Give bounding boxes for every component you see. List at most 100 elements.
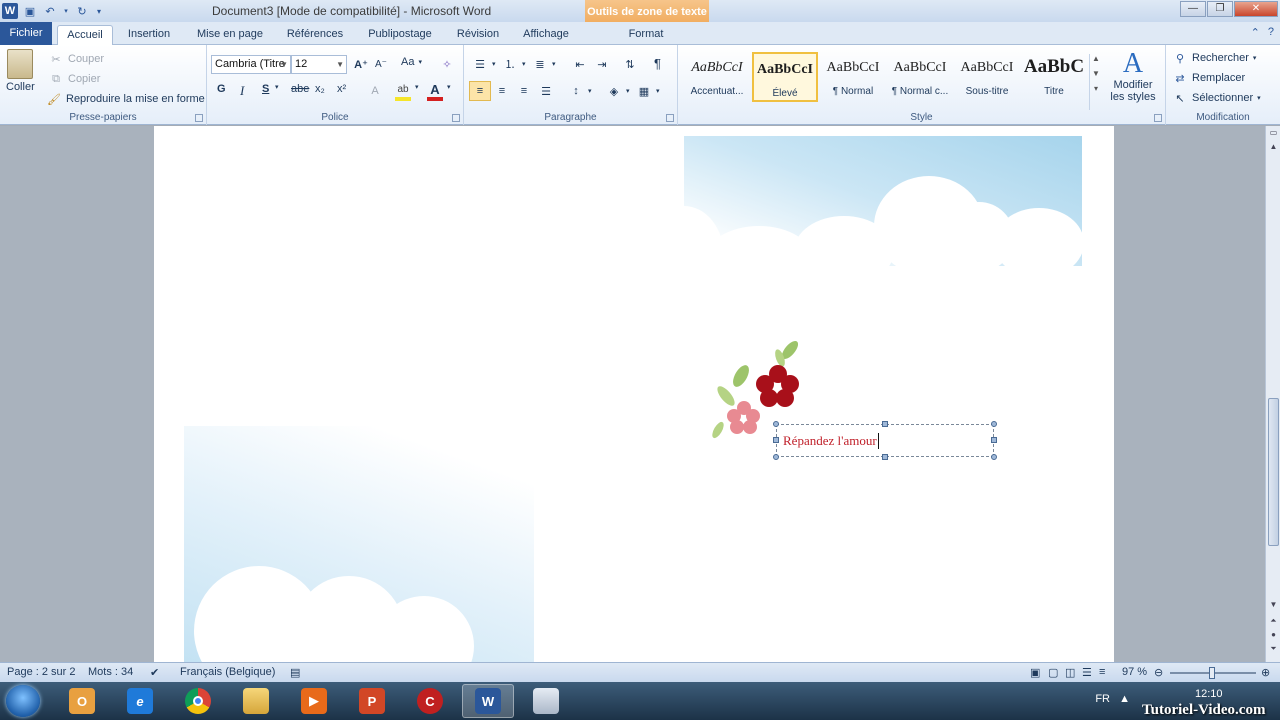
increase-indent-button[interactable]: ⇥ [594, 56, 610, 72]
select-button[interactable]: ↖ Sélectionner ▾ [1172, 90, 1260, 106]
resize-handle[interactable] [882, 454, 888, 460]
resize-handle[interactable] [882, 421, 888, 427]
justify-button[interactable]: ☰ [538, 83, 554, 99]
bullets-button[interactable]: ☰ ▾ [472, 56, 495, 72]
paste-button[interactable]: Coller [6, 49, 35, 93]
maximize-button[interactable]: ❐ [1207, 1, 1233, 17]
highlight-dropdown-icon[interactable]: ▾ [415, 83, 419, 91]
minimize-ribbon-icon[interactable]: ⌃ [1251, 26, 1260, 39]
tab-affichage[interactable]: Affichage [516, 25, 576, 45]
taskbar-outlook[interactable]: O [56, 684, 108, 718]
style-item-accentuation[interactable]: AaBbCcI Accentuat... [684, 52, 750, 102]
tab-references[interactable]: Références [280, 25, 350, 45]
style-item-normal-c[interactable]: AaBbCcI ¶ Normal c... [887, 52, 953, 102]
paragraph-launcher-icon[interactable] [666, 114, 674, 122]
browse-object-icon[interactable]: ● [1268, 630, 1279, 641]
save-icon[interactable]: ▣ [22, 3, 38, 19]
clipboard-launcher-icon[interactable] [195, 114, 203, 122]
zoom-slider-thumb[interactable] [1209, 667, 1215, 679]
more-icon[interactable]: ▾ [1090, 84, 1102, 93]
redo-icon[interactable]: ↻ [74, 3, 90, 19]
grow-font-button[interactable]: A⁺ [353, 56, 369, 72]
show-formatting-button[interactable]: ¶ [654, 56, 661, 71]
cut-button[interactable]: ✂ Couper [48, 51, 104, 67]
taskbar-ie[interactable]: e [114, 684, 166, 718]
undo-dropdown-icon[interactable]: ▾ [62, 3, 70, 19]
strikethrough-button[interactable]: abe [291, 83, 309, 95]
ruler-toggle-icon[interactable]: ▭ [1268, 128, 1279, 139]
language[interactable]: Français (Belgique) [180, 666, 275, 678]
multilevel-list-button[interactable]: ≣ ▾ [532, 56, 555, 72]
italic-button[interactable]: I [240, 83, 244, 99]
next-page-icon[interactable]: ⏷ [1268, 644, 1279, 655]
find-button[interactable]: ⚲ Rechercher ▾ [1172, 50, 1256, 66]
minimize-button[interactable]: — [1180, 1, 1206, 17]
text-box[interactable]: Répandez l'amour [773, 421, 997, 460]
taskbar-window[interactable] [520, 684, 572, 718]
font-launcher-icon[interactable] [452, 114, 460, 122]
font-color-button[interactable]: A [427, 81, 443, 101]
underline-dropdown-icon[interactable]: ▾ [275, 83, 279, 91]
replace-button[interactable]: ⇄ Remplacer [1172, 70, 1245, 86]
tab-revision[interactable]: Révision [450, 25, 506, 45]
view-draft-icon[interactable]: ≡ [1099, 666, 1105, 678]
line-spacing-button[interactable]: ↕ ▾ [568, 83, 591, 99]
taskbar-recorder[interactable]: C [404, 684, 456, 718]
taskbar-explorer[interactable] [230, 684, 282, 718]
subscript-button[interactable]: x₂ [315, 83, 325, 95]
zoom-out-icon[interactable]: ⊖ [1154, 666, 1163, 679]
customize-qat-icon[interactable]: ▾ [94, 3, 104, 19]
copy-button[interactable]: ⧉ Copier [48, 71, 100, 87]
decrease-indent-button[interactable]: ⇤ [572, 56, 588, 72]
resize-handle[interactable] [991, 437, 997, 443]
text-effects-button[interactable]: A [367, 83, 383, 99]
shrink-font-button[interactable]: A⁻ [373, 56, 389, 72]
shading-button[interactable]: ◈ ▾ [606, 83, 630, 99]
vertical-scrollbar[interactable]: ▭ ▲ ▼ ⏶ ● ⏷ [1265, 126, 1280, 662]
resize-handle[interactable] [991, 421, 997, 427]
numbering-button[interactable]: ⒈ ▾ [502, 56, 526, 72]
chevron-up-icon[interactable]: ▲ [1090, 54, 1102, 63]
font-name-combo[interactable]: Cambria (Titre ▼ [211, 55, 291, 74]
resize-handle[interactable] [773, 437, 779, 443]
tab-mise-en-page[interactable]: Mise en page [190, 25, 270, 45]
style-item-eleve[interactable]: AaBbCcI Élevé [752, 52, 818, 102]
style-item-sous-titre[interactable]: AaBbCcI Sous-titre [954, 52, 1020, 102]
scroll-up-icon[interactable]: ▲ [1268, 142, 1279, 153]
tab-fichier[interactable]: Fichier [0, 22, 52, 45]
text-box-content[interactable]: Répandez l'amour [783, 433, 879, 449]
page-count[interactable]: Page : 2 sur 2 [7, 666, 76, 678]
bold-button[interactable]: G [217, 83, 226, 95]
tab-accueil[interactable]: Accueil [57, 25, 113, 46]
style-item-normal[interactable]: AaBbCcI ¶ Normal [820, 52, 886, 102]
scroll-down-icon[interactable]: ▼ [1268, 600, 1279, 611]
scrollbar-thumb[interactable] [1268, 398, 1279, 546]
view-print-layout-icon[interactable]: ▣ [1030, 666, 1040, 679]
proofing-icon[interactable]: ✔ [150, 666, 159, 679]
change-case-button[interactable]: Aa ▾ [401, 56, 422, 68]
show-hidden-icons-icon[interactable]: ▲ [1119, 693, 1130, 705]
font-color-dropdown-icon[interactable]: ▾ [447, 83, 451, 91]
resize-handle[interactable] [991, 454, 997, 460]
font-size-combo[interactable]: 12 ▼ [291, 55, 347, 74]
modify-styles-button[interactable]: A Modifier les styles [1108, 49, 1158, 104]
zoom-level[interactable]: 97 % [1122, 666, 1147, 678]
language-indicator[interactable]: FR [1095, 693, 1110, 705]
tab-insertion[interactable]: Insertion [120, 25, 178, 45]
taskbar-media[interactable]: ▶ [288, 684, 340, 718]
resize-handle[interactable] [773, 454, 779, 460]
chevron-down-icon[interactable]: ▼ [1090, 69, 1102, 78]
macro-icon[interactable]: ▤ [290, 666, 300, 679]
start-button[interactable] [6, 685, 40, 717]
taskbar-word[interactable]: W [462, 684, 514, 718]
underline-button[interactable]: S [262, 83, 269, 95]
format-painter-button[interactable]: 🖌 Reproduire la mise en forme [46, 91, 205, 107]
tab-publipostage[interactable]: Publipostage [360, 25, 440, 45]
gallery-scroll[interactable]: ▲ ▼ ▾ [1089, 54, 1102, 110]
view-outline-icon[interactable]: ☰ [1082, 666, 1092, 679]
clock-time[interactable]: 12:10 [1195, 688, 1255, 700]
borders-button[interactable]: ▦ ▾ [636, 83, 660, 99]
word-logo-icon[interactable]: W [2, 3, 18, 19]
word-count[interactable]: Mots : 34 [88, 666, 133, 678]
taskbar-chrome[interactable] [172, 684, 224, 718]
